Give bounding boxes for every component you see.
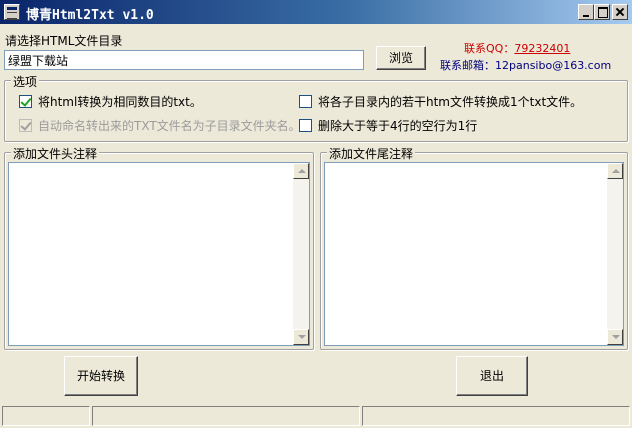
options-group: 选项 将html转换为相同数目的txt。 自动命名转出来的TXT文件名为子目录文… xyxy=(4,73,628,142)
scroll-down-arrow-icon[interactable] xyxy=(607,329,623,345)
contact-email: 联系邮箱：12pansibo@163.com xyxy=(440,57,611,73)
option-label: 删除大于等于4行的空行为1行 xyxy=(318,119,478,133)
checkbox-delete-blank-lines[interactable] xyxy=(299,119,312,132)
checkbox-auto-name xyxy=(19,119,32,132)
window-title: 博青Html2Txt v1.0 xyxy=(26,8,154,23)
scroll-up-arrow-icon[interactable] xyxy=(607,163,623,179)
app-window: 博青Html2Txt v1.0 请选择HTML文件目录 浏览 联系QQ：7923… xyxy=(0,0,632,428)
option-label: 自动命名转出来的TXT文件名为子目录文件夹名。 xyxy=(38,119,301,133)
options-legend: 选项 xyxy=(11,73,40,90)
qq-label: 联系QQ： xyxy=(464,42,515,55)
scroll-down-arrow-icon[interactable] xyxy=(293,329,309,345)
email-value: 12pansibo@163.com xyxy=(495,59,612,72)
footer-vertical-scrollbar[interactable] xyxy=(607,163,623,345)
footer-comment-textarea[interactable] xyxy=(324,162,624,346)
directory-input[interactable] xyxy=(4,50,364,70)
option-same-count-txt[interactable]: 将html转换为相同数目的txt。 xyxy=(19,93,202,110)
app-icon[interactable] xyxy=(4,4,20,20)
header-comment-textarea[interactable] xyxy=(8,162,310,346)
checkbox-same-count-txt[interactable] xyxy=(19,95,32,108)
scroll-up-arrow-icon[interactable] xyxy=(293,163,309,179)
status-panel xyxy=(362,406,630,426)
checkbox-merge-subdir[interactable] xyxy=(299,95,312,108)
title-bar[interactable]: 博青Html2Txt v1.0 xyxy=(0,0,632,24)
directory-label: 请选择HTML文件目录 xyxy=(5,34,123,48)
status-panel xyxy=(2,406,90,426)
contact-qq: 联系QQ：79232401 xyxy=(464,40,570,56)
close-button[interactable] xyxy=(612,4,628,20)
header-vertical-scrollbar[interactable] xyxy=(293,163,309,345)
footer-comment-group: 添加文件尾注释 xyxy=(320,145,628,350)
footer-comment-legend: 添加文件尾注释 xyxy=(327,145,416,162)
exit-button[interactable]: 退出 xyxy=(456,356,528,396)
maximize-button[interactable] xyxy=(594,4,610,20)
header-comment-legend: 添加文件头注释 xyxy=(11,145,100,162)
minimize-button[interactable] xyxy=(578,4,594,20)
start-convert-button[interactable]: 开始转换 xyxy=(64,356,138,396)
status-panel xyxy=(92,406,360,426)
option-label: 将各子目录内的若干htm文件转换成1个txt文件。 xyxy=(318,95,583,109)
option-auto-name: 自动命名转出来的TXT文件名为子目录文件夹名。 xyxy=(19,117,301,134)
header-comment-group: 添加文件头注释 xyxy=(4,145,314,350)
status-bar xyxy=(0,404,632,428)
option-label: 将html转换为相同数目的txt。 xyxy=(38,95,202,109)
email-label: 联系邮箱： xyxy=(440,59,495,72)
option-merge-subdir[interactable]: 将各子目录内的若干htm文件转换成1个txt文件。 xyxy=(299,93,582,110)
qq-number-link[interactable]: 79232401 xyxy=(514,42,570,55)
browse-button[interactable]: 浏览 xyxy=(376,46,426,70)
option-delete-blank-lines[interactable]: 删除大于等于4行的空行为1行 xyxy=(299,117,477,134)
